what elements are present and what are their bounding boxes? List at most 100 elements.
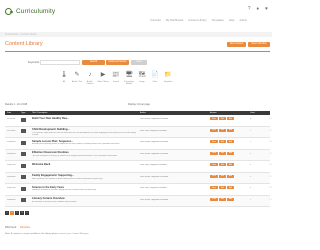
row-author: John Smith, Regional Facilitator xyxy=(140,141,169,143)
per-page-select[interactable]: Display: 10 per page xyxy=(128,103,150,107)
add-button[interactable]: Add xyxy=(226,117,235,121)
view-button[interactable]: View xyxy=(210,128,218,132)
row-checkbox[interactable]: ☐ xyxy=(269,129,272,133)
document-icon: 📄 xyxy=(151,72,159,79)
nav-item-admin[interactable]: Admin xyxy=(239,19,247,22)
view-button[interactable]: View xyxy=(210,186,218,190)
row-description: This resource helps teachers use the lat… xyxy=(32,131,136,136)
nav-item-templates[interactable]: Templates xyxy=(212,19,224,22)
row-used-count: 4 xyxy=(250,152,252,155)
help-icon[interactable]: ? xyxy=(248,6,251,12)
content-table: Date Type Title / Description Author Act… xyxy=(5,111,272,207)
row-title-link[interactable]: Build Your Own Healthy Rea... xyxy=(32,117,122,120)
edit-button[interactable]: Edit xyxy=(218,174,226,178)
settings-icon[interactable]: ♦ xyxy=(256,6,259,12)
type-filter-video[interactable]: ▶ Video / Movie xyxy=(97,72,109,85)
new-content-button[interactable]: New Content xyxy=(227,42,246,47)
top-nav: Curricula My Dashboard Content Library T… xyxy=(150,19,247,22)
row-description: A lesson plan exploring events in sequen… xyxy=(32,143,120,145)
table-row[interactable]: 11/09/16 Sample Lesson Plan: Sequence... A… xyxy=(5,138,272,150)
table-row[interactable]: 11/11/16 Build Your Own Healthy Rea... Joh… xyxy=(5,115,272,127)
type-filter-image[interactable]: 🗺 Image xyxy=(136,72,148,85)
add-button[interactable]: Add xyxy=(226,174,235,178)
view-button[interactable]: View xyxy=(210,140,218,144)
row-date: 10/05/16 xyxy=(7,198,16,201)
edit-button[interactable]: Edit xyxy=(218,140,226,144)
type-filter-journal[interactable]: 📰 Journal xyxy=(110,72,122,85)
table-row[interactable]: 10/12/16 Science in the Early Years Hands-… xyxy=(5,184,272,196)
row-used-count: 3 xyxy=(250,175,252,178)
view-button[interactable]: View xyxy=(210,163,218,167)
user-icon[interactable]: ♥ xyxy=(265,6,268,12)
page-prev-button[interactable]: « xyxy=(5,211,9,215)
type-filter-audio[interactable]: ♪ Audio / Podcast xyxy=(84,72,96,85)
row-actions: View Edit Add xyxy=(210,163,235,167)
row-checkbox[interactable]: ☐ xyxy=(269,175,272,179)
add-button[interactable]: Add xyxy=(226,163,235,167)
row-date: 10/12/16 xyxy=(7,187,16,189)
page-3-button[interactable]: 3 xyxy=(20,211,24,215)
column-header-used[interactable]: Used xyxy=(250,112,255,114)
edit-button[interactable]: Edit xyxy=(218,117,226,121)
breadcrumb[interactable]: Curriculumity > Content Library xyxy=(5,34,37,37)
table-row[interactable]: 10/05/16 Literacy Centers Overview An over… xyxy=(5,195,272,207)
table-row[interactable]: 10/26/16 Effective Classroom Routines Tips… xyxy=(5,149,272,161)
search-button[interactable]: Search xyxy=(82,60,105,65)
add-button[interactable]: Add xyxy=(226,197,235,201)
column-header-title[interactable]: Title / Description xyxy=(32,112,47,114)
row-checkbox[interactable]: ☐ xyxy=(269,186,272,190)
clear-button[interactable]: Clear xyxy=(131,60,147,65)
row-title-link[interactable]: Welcome Back xyxy=(32,163,122,166)
nav-item-dashboard[interactable]: My Dashboard xyxy=(166,19,183,22)
nav-item-curricula[interactable]: Curricula xyxy=(150,19,161,22)
page-2-button[interactable]: 2 xyxy=(15,211,19,215)
rss-subscribe-link[interactable]: Subscribe xyxy=(20,226,31,229)
view-button[interactable]: View xyxy=(210,117,218,121)
type-filter-other[interactable]: 📄 Other xyxy=(149,72,161,85)
edit-button[interactable]: Edit xyxy=(218,151,226,155)
row-checkbox[interactable]: ☐ xyxy=(269,198,272,202)
contact-manager-link[interactable]: contact your Content Manager xyxy=(59,233,88,235)
page-1-button[interactable]: 1 xyxy=(10,211,14,215)
brand-logo[interactable]: Curriculumity xyxy=(5,7,55,16)
nav-item-content-library[interactable]: Content Library xyxy=(188,19,206,22)
type-filter-templates[interactable]: 📁 Templates xyxy=(162,72,174,85)
page-next-button[interactable]: » xyxy=(25,211,29,215)
add-button[interactable]: Add xyxy=(226,151,235,155)
search-input[interactable] xyxy=(40,60,80,65)
type-filter-elearning[interactable]: 🖥 E-Learning Module xyxy=(123,72,135,85)
view-button[interactable]: View xyxy=(210,151,218,155)
view-button[interactable]: View xyxy=(210,197,218,201)
column-header-author[interactable]: Author xyxy=(140,112,146,114)
row-checkbox[interactable]: ☐ xyxy=(269,140,272,144)
row-description: How to partner with families to build st… xyxy=(32,177,103,180)
advanced-search-button[interactable]: Advanced Search xyxy=(106,60,129,65)
pagination: « 1 2 3 » xyxy=(5,211,29,215)
type-label: Audio / Podcast xyxy=(86,81,94,86)
row-checkbox[interactable]: ☐ xyxy=(269,163,272,167)
type-label: Video / Movie xyxy=(97,81,109,83)
column-header-type[interactable]: Type xyxy=(21,112,25,114)
edit-button[interactable]: Edit xyxy=(218,163,226,167)
new-collection-button[interactable]: New Collection xyxy=(248,42,270,47)
type-filter-article[interactable]: ✎ Article / Text xyxy=(71,72,83,85)
add-button[interactable]: Add xyxy=(226,140,235,144)
page-title: Content Library xyxy=(5,41,43,47)
add-button[interactable]: Add xyxy=(226,186,235,190)
edit-button[interactable]: Edit xyxy=(218,197,226,201)
row-checkbox[interactable]: ☐ xyxy=(269,117,272,121)
row-checkbox[interactable]: ☐ xyxy=(269,152,272,156)
newspaper-icon: 📰 xyxy=(112,72,120,79)
nav-item-help[interactable]: Help xyxy=(229,19,235,22)
add-button[interactable]: Add xyxy=(226,128,235,132)
table-row[interactable]: 10/19/16 Family Engagement: Supporting...… xyxy=(5,172,272,184)
table-row[interactable]: 11/10/16 Child Development: Building... Th… xyxy=(5,126,272,138)
table-row[interactable]: 10/21/16 Welcome Back Jane Doe, Regional F… xyxy=(5,161,272,173)
edit-button[interactable]: Edit xyxy=(218,128,226,132)
type-filter-all[interactable]: 🌡 All xyxy=(58,72,70,85)
row-used-count: 2 xyxy=(250,129,252,132)
edit-button[interactable]: Edit xyxy=(218,186,226,190)
column-header-date[interactable]: Date xyxy=(7,112,11,114)
row-date: 11/10/16 xyxy=(7,129,16,132)
view-button[interactable]: View xyxy=(210,174,218,178)
